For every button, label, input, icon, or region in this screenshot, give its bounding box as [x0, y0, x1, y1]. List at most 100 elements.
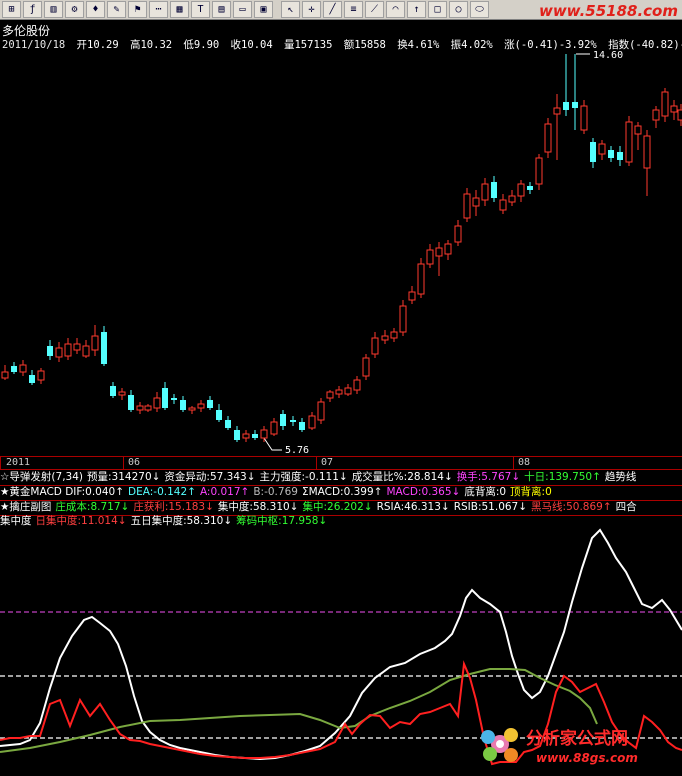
candlestick	[136, 402, 144, 414]
indicator-value: 预量:314270↓	[87, 471, 161, 483]
indicator-value: A:0.017↑	[199, 486, 250, 498]
indicator-value: 集中度:58.310↓	[217, 501, 299, 513]
time-label-2011: 2011	[6, 457, 31, 468]
candlestick	[180, 396, 186, 412]
candlestick	[652, 106, 660, 128]
candlestick	[64, 338, 72, 360]
window-icon[interactable]: ▭	[233, 1, 252, 18]
rect-icon[interactable]: □	[428, 1, 447, 18]
indicator-value: 庄成本:8.717↓	[55, 501, 130, 513]
flag-icon[interactable]: ⚑	[128, 1, 147, 18]
indicator-value: ★擒庄副图	[0, 501, 52, 513]
chart-icon[interactable]: ▥	[44, 1, 63, 18]
candlestick	[417, 258, 425, 298]
candlestick	[444, 240, 452, 260]
bars-icon[interactable]: ▤	[212, 1, 231, 18]
candlestick	[625, 116, 633, 166]
candlestick	[408, 286, 416, 304]
cursor-icon[interactable]: ↖	[281, 1, 300, 18]
indicator-value: ☆导弹发射(7,34)	[0, 471, 83, 483]
candlestick	[426, 244, 434, 268]
candlestick	[517, 180, 525, 202]
grid-icon[interactable]: ▦	[170, 1, 189, 18]
candlestick	[590, 138, 596, 168]
candlestick	[290, 416, 296, 426]
candlestick	[353, 376, 361, 394]
pen-icon[interactable]: ✎	[107, 1, 126, 18]
indicator-value: RSIB:51.067↓	[453, 501, 528, 513]
bottom-watermark-url: www.88gs.com	[536, 751, 638, 765]
indicator-value: ★黄金MACD DIF:0.040↑	[0, 486, 125, 498]
indicator-value: 十日:139.750↑	[524, 471, 601, 483]
indicator-value: 趋势线	[604, 471, 637, 483]
candlestick	[572, 54, 578, 130]
candlestick	[580, 100, 588, 134]
candlestick	[491, 176, 497, 202]
time-label-06: 06	[128, 457, 141, 468]
candlestick	[371, 332, 379, 358]
time-label-07: 07	[321, 457, 334, 468]
indicator-value: DEA:-0.142↑	[128, 486, 196, 498]
candlestick	[188, 406, 196, 414]
indicator-value: 庄获利:15.183↓	[133, 501, 214, 513]
candlestick	[260, 426, 268, 442]
candlestick	[435, 242, 443, 276]
settings-icon[interactable]: ⚙	[65, 1, 84, 18]
candlestick	[197, 400, 205, 412]
indicator-row-r1: ☆导弹发射(7,34) 预量:314270↓ 资金异动:57.343↓ 主力强度:-0…	[0, 470, 682, 485]
ellipse-icon[interactable]: ⬭	[470, 1, 489, 18]
candlestick	[399, 300, 407, 336]
indicator-value: 换手:5.767↓	[456, 471, 521, 483]
candlestick	[110, 382, 116, 398]
candlestick	[11, 362, 17, 374]
up-arrow-icon[interactable]: ↑	[407, 1, 426, 18]
candlestick	[670, 100, 678, 120]
candlestick	[481, 178, 489, 206]
candlestick	[344, 384, 352, 396]
arc-icon[interactable]: ◠	[386, 1, 405, 18]
text-icon[interactable]: T	[191, 1, 210, 18]
candlestick	[326, 390, 334, 402]
indicator-value: RSIA:46.313↓	[376, 501, 450, 513]
candlestick	[463, 188, 471, 222]
formula-icon[interactable]: ƒ	[23, 1, 42, 18]
candlestick	[19, 360, 27, 376]
candlestick	[101, 326, 107, 366]
indicator-value: 筹码中枢:17.958↓	[236, 515, 328, 527]
line-icon[interactable]: ╱	[323, 1, 342, 18]
candlestick	[242, 430, 250, 442]
site-watermark: www.55188.com	[538, 2, 678, 20]
indicator-value: 日集中度:11.014↓	[35, 515, 127, 527]
candlestick	[55, 342, 63, 362]
candlestick	[661, 88, 669, 122]
candlestick	[643, 130, 651, 196]
candlestick	[91, 325, 99, 356]
dots-icon[interactable]: ⋯	[149, 1, 168, 18]
candlestick	[454, 220, 462, 246]
indicator-value: 顶背离:0	[510, 486, 552, 498]
indicator-value: 集中:26.202↓	[302, 501, 373, 513]
flower-logo-icon	[481, 728, 518, 762]
image-icon[interactable]: ▣	[254, 1, 273, 18]
data-icon[interactable]: ⊞	[2, 1, 21, 18]
time-axis: 2011 06 07 08	[0, 456, 682, 470]
candlestick	[608, 146, 614, 162]
candlestick	[598, 140, 606, 160]
cross-icon[interactable]: ✛	[302, 1, 321, 18]
circle-icon[interactable]: ○	[449, 1, 468, 18]
candlestick	[162, 382, 168, 410]
candlestick	[362, 354, 370, 380]
indicator-value: 集中度	[0, 515, 32, 527]
candlestick	[1, 365, 9, 380]
candlestick-chart[interactable]: 14.60 5.76	[0, 50, 682, 456]
candlestick	[508, 190, 516, 206]
indicator-value: B:-0.769	[253, 486, 298, 498]
min-price-label: 5.76	[285, 445, 309, 456]
alarm-icon[interactable]: ♦	[86, 1, 105, 18]
candlestick	[535, 154, 543, 190]
candlestick	[499, 194, 507, 214]
multiline-icon[interactable]: ≡	[344, 1, 363, 18]
fan-icon[interactable]: ⟋	[365, 1, 384, 18]
candlestick	[553, 94, 561, 160]
candlestick	[128, 390, 134, 412]
